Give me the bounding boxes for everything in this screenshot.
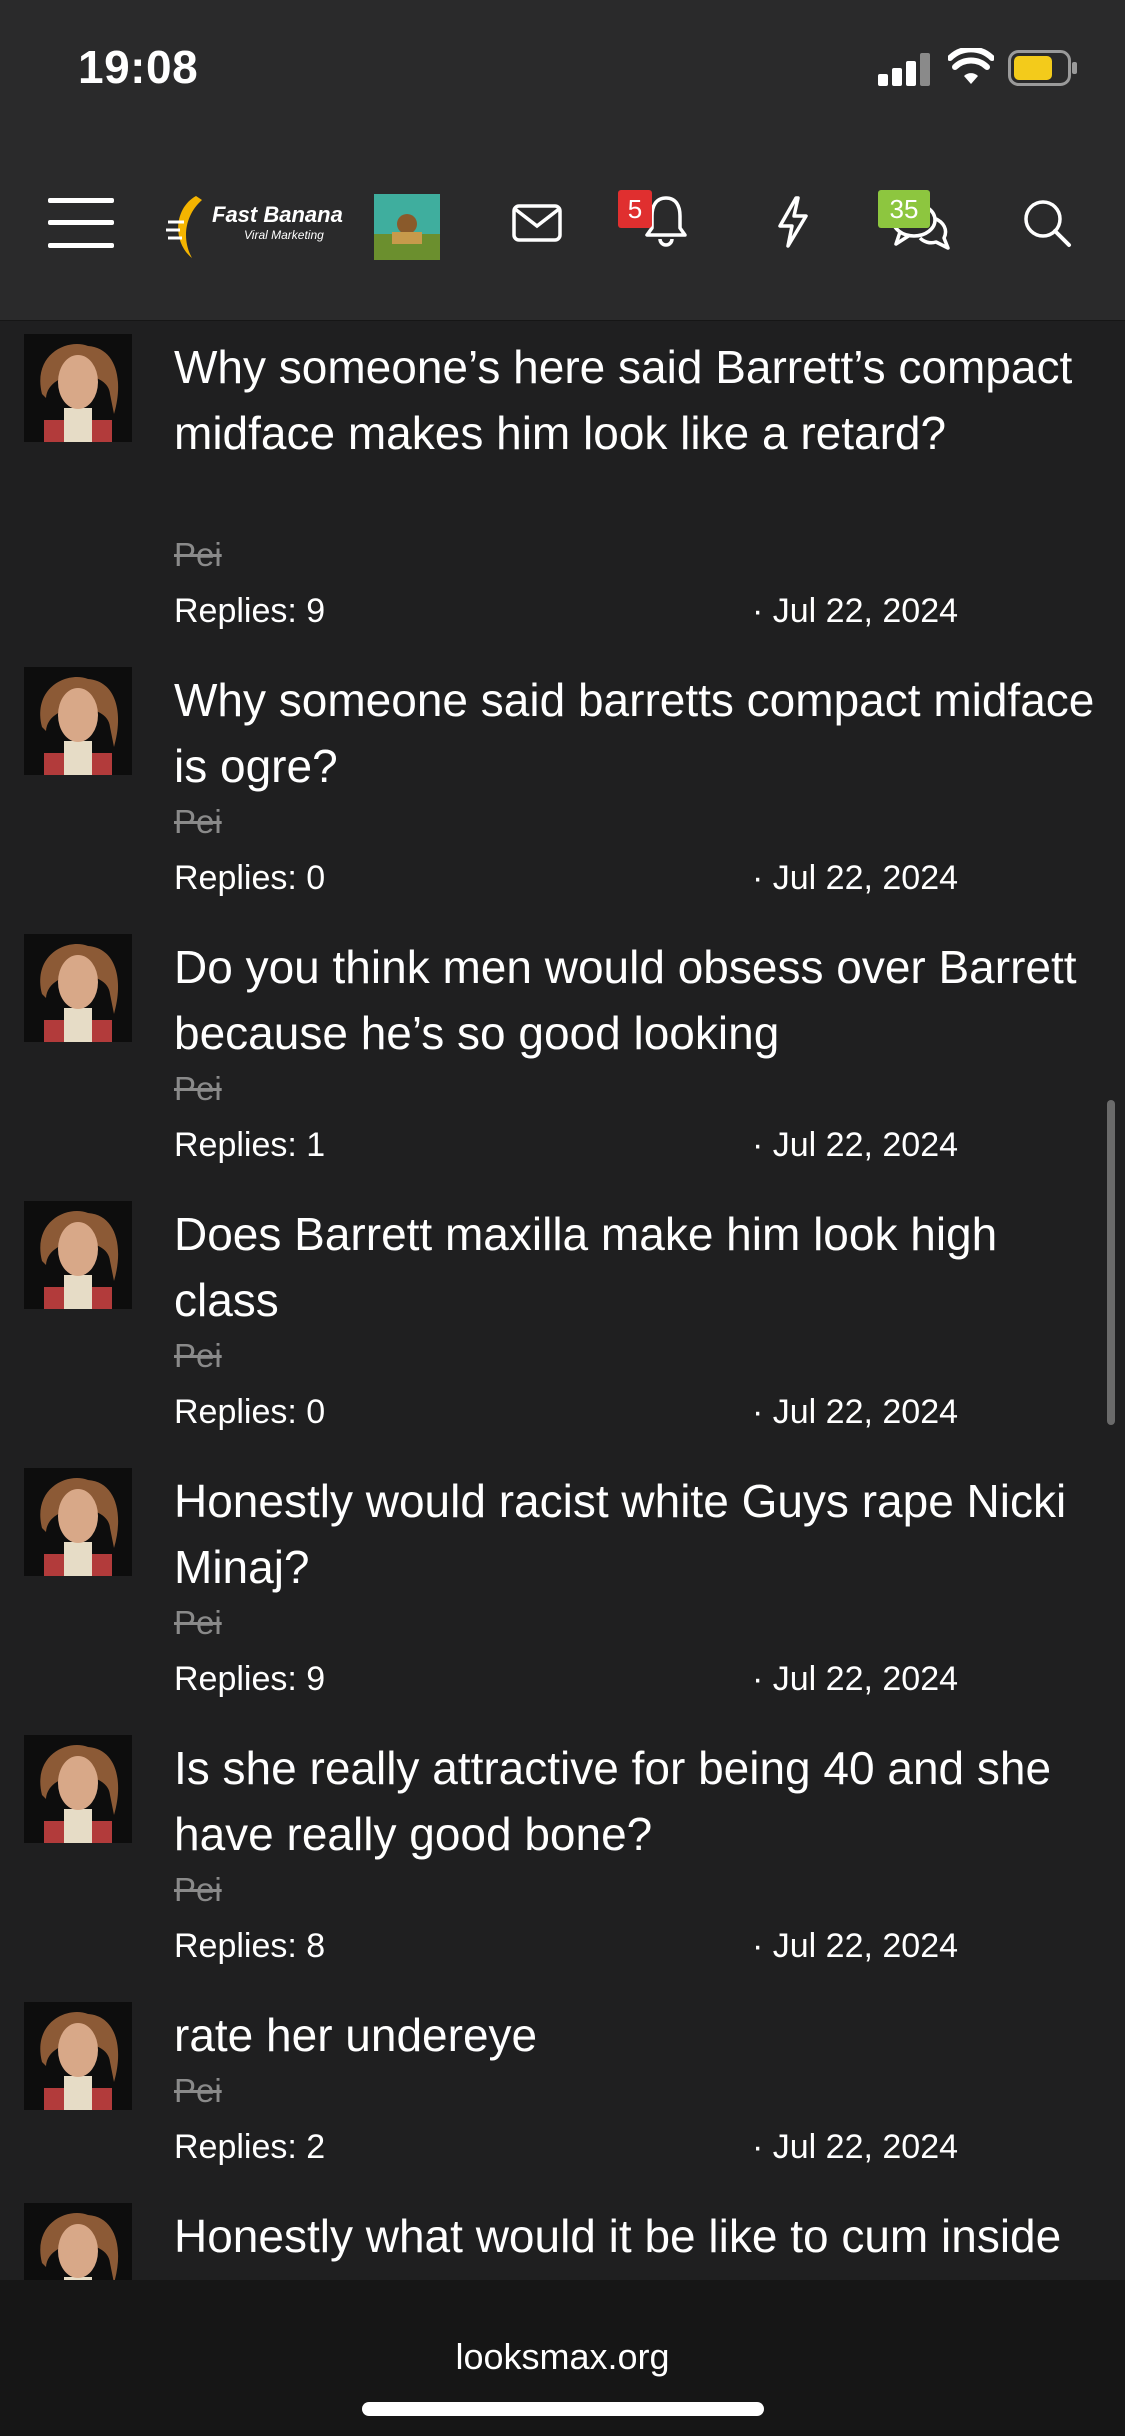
thread-date[interactable]: · Jul 22, 2024 [752,1126,958,1165]
battery-icon [1008,50,1077,86]
inbox-envelope-icon[interactable] [512,204,562,242]
avatar[interactable] [24,1735,132,1843]
fast-banana-ad-logo[interactable]: Fast Banana Viral Marketing [166,192,343,264]
scrollbar[interactable] [1107,1100,1115,1425]
thread-title[interactable]: Is she really attractive for being 40 an… [174,1735,1104,1867]
thread-author[interactable]: Pei [174,803,222,841]
thread-replies: Replies: 8 [174,1927,326,1965]
avatar[interactable] [24,2203,132,2280]
thread-title[interactable]: rate her undereye [174,2002,1104,2068]
avatar-image [24,934,132,1042]
thread-replies: Replies: 1 [174,1126,326,1164]
thread-list: Why someone’s here said Barrett’s compac… [0,320,1125,2280]
avatar-image [24,667,132,775]
wifi-icon [948,48,994,84]
avatar[interactable] [24,1201,132,1309]
avatar[interactable] [24,334,132,442]
avatar[interactable] [24,1468,132,1576]
thread-author[interactable]: Pei [174,2072,222,2110]
cellular-signal-icon [878,52,934,86]
thread-author[interactable]: Pei [174,1604,222,1642]
url-text[interactable]: looksmax.org [0,2336,1125,2378]
avatar-image [24,1201,132,1309]
thread-item[interactable]: rate her undereye Pei Replies: 2 · Jul 2… [0,1988,1125,2189]
thread-item[interactable]: Why someone’s here said Barrett’s compac… [0,320,1125,653]
thread-title[interactable]: Why someone’s here said Barrett’s compac… [174,334,1104,466]
thread-author[interactable]: Pei [174,1337,222,1375]
thread-date[interactable]: · Jul 22, 2024 [752,592,958,631]
thread-date[interactable]: · Jul 22, 2024 [752,1393,958,1432]
thread-replies: Replies: 0 [174,1393,326,1431]
menu-icon[interactable] [48,196,114,250]
thread-date[interactable]: · Jul 22, 2024 [752,1927,958,1966]
thread-replies: Replies: 2 [174,2128,326,2166]
thread-item[interactable]: Why someone said barretts compact midfac… [0,653,1125,920]
avatar[interactable] [24,667,132,775]
forum-navbar: Fast Banana Viral Marketing 5 35 [0,140,1125,321]
ad-logo-text: Fast Banana [212,202,343,227]
game-thumbnail-image[interactable] [374,194,440,260]
thread-title[interactable]: Honestly would racist white Guys rape Ni… [174,1468,1104,1600]
thread-title[interactable]: Do you think men would obsess over Barre… [174,934,1104,1066]
thread-item[interactable]: Do you think men would obsess over Barre… [0,920,1125,1187]
avatar-image [24,2203,132,2280]
thread-item[interactable]: Does Barrett maxilla make him look high … [0,1187,1125,1454]
thread-replies: Replies: 9 [174,592,326,630]
thread-item[interactable]: Is she really attractive for being 40 an… [0,1721,1125,1988]
banana-icon [166,196,202,258]
avatar-image [24,2002,132,2110]
alerts-badge: 5 [618,190,652,228]
thread-replies: Replies: 0 [174,859,326,897]
thread-title[interactable]: Does Barrett maxilla make him look high … [174,1201,1104,1333]
thread-author[interactable]: Pei [174,536,222,574]
avatar[interactable] [24,2002,132,2110]
avatar[interactable] [24,934,132,1042]
thread-item[interactable]: Honestly what would it be like to cum in… [0,2189,1125,2280]
thread-date[interactable]: · Jul 22, 2024 [752,1660,958,1699]
status-time: 19:08 [78,41,199,93]
thread-replies: Replies: 9 [174,1660,326,1698]
browser-address-bar[interactable]: looksmax.org [0,2280,1125,2436]
whats-new-lightning-icon[interactable] [776,196,810,248]
thread-date[interactable]: · Jul 22, 2024 [752,859,958,898]
home-indicator[interactable] [362,2402,764,2416]
avatar-image [24,1468,132,1576]
ad-logo-subtext: Viral Marketing [244,228,324,242]
conversations-badge: 35 [878,190,930,228]
avatar-image [24,334,132,442]
thread-title[interactable]: Honestly what would it be like to cum in… [174,2203,1104,2269]
status-bar: 19:08 [0,0,1125,140]
thread-date[interactable]: · Jul 22, 2024 [752,2128,958,2167]
thread-item[interactable]: Honestly would racist white Guys rape Ni… [0,1454,1125,1721]
search-icon[interactable] [1022,198,1072,248]
avatar-image [24,1735,132,1843]
thread-author[interactable]: Pei [174,1070,222,1108]
thread-title[interactable]: Why someone said barretts compact midfac… [174,667,1104,799]
thread-author[interactable]: Pei [174,1871,222,1909]
